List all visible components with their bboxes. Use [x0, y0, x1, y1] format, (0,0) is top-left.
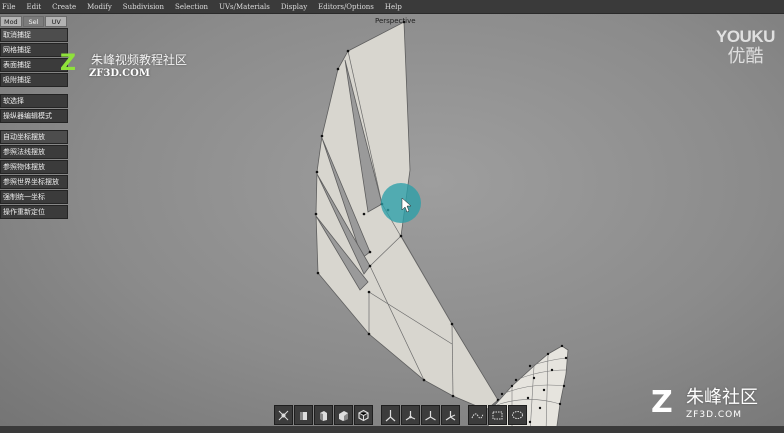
z-logo-icon: Z	[60, 51, 76, 76]
cube-perspective-icon[interactable]	[354, 405, 373, 425]
menu-item-editors-options[interactable]: Editors/Options	[318, 3, 374, 11]
panel-tabs: Mod Sel UV	[0, 16, 68, 27]
menu-item-display[interactable]: Display	[281, 3, 307, 11]
tab-sel[interactable]: Sel	[22, 16, 45, 27]
marquee-select-icon[interactable]	[488, 405, 507, 425]
menu-item-help[interactable]: Help	[385, 3, 402, 11]
menu-item-uvs-materials[interactable]: UVs/Materials	[219, 3, 270, 11]
pivot-tool-icon[interactable]	[274, 405, 293, 425]
grid-snap-button[interactable]: 网格捕捉	[0, 43, 68, 57]
menu-item-selection[interactable]: Selection	[175, 3, 208, 11]
cube-top-icon[interactable]	[334, 405, 353, 425]
normal-axis-button[interactable]: 参照法线摆放	[0, 145, 68, 159]
tab-mod[interactable]: Mod	[0, 16, 22, 27]
tool-panel: Mod Sel UV 取消捕捉 网格捕捉 表面捕捉 吸附捕捉 软选择 操纵器编辑…	[0, 16, 68, 220]
menu-item-create[interactable]: Create	[52, 3, 76, 11]
soft-select-button[interactable]: 软选择	[0, 94, 68, 108]
youku-cn: 优酷	[727, 46, 764, 67]
reorient-button[interactable]: 操作重新定位	[0, 205, 68, 219]
axis-all-icon[interactable]	[441, 405, 460, 425]
youku-en: YOUKU	[716, 27, 775, 46]
watermark-en: ZF3D.COM	[89, 68, 150, 79]
menu-bar: File Edit Create Modify Subdivision Selection…	[0, 0, 784, 14]
bottom-status-bar	[0, 426, 784, 433]
curve-select-icon[interactable]	[468, 405, 487, 425]
surface-snap-button[interactable]: 表面捕捉	[0, 58, 68, 72]
object-axis-button[interactable]: 参照物体摆放	[0, 160, 68, 174]
manipulator-edit-mode-button[interactable]: 操纵器编辑模式	[0, 109, 68, 123]
menu-item-subdivision[interactable]: Subdivision	[123, 3, 164, 11]
tab-uv[interactable]: UV	[45, 16, 68, 27]
world-axis-button[interactable]: 参照世界坐标摆放	[0, 175, 68, 189]
youku-watermark: YOUKU 优酷	[716, 27, 775, 68]
auto-axis-button[interactable]: 自动坐标摆放	[0, 130, 68, 144]
menu-item-modify[interactable]: Modify	[87, 3, 112, 11]
axis-y-icon[interactable]	[381, 405, 400, 425]
force-unify-axis-button[interactable]: 强制统一坐标	[0, 190, 68, 204]
axis-xyz-icon[interactable]	[421, 405, 440, 425]
cursor-highlight	[381, 183, 421, 223]
snap-off-button[interactable]: 取消捕捉	[0, 28, 68, 42]
bottom-shelf	[274, 405, 527, 425]
cube-front-icon[interactable]	[294, 405, 313, 425]
menu-item-file[interactable]: File	[2, 3, 15, 11]
axis-rotate-icon[interactable]	[401, 405, 420, 425]
menu-item-edit[interactable]: Edit	[26, 3, 41, 11]
z-logo-icon: Z	[651, 385, 673, 420]
cube-side-icon[interactable]	[314, 405, 333, 425]
watermark-br-en: ZF3D.COM	[686, 410, 742, 420]
watermark-cn: 朱峰视频教程社区	[91, 53, 188, 67]
lasso-select-icon[interactable]	[508, 405, 527, 425]
watermark-br-cn: 朱峰社区	[686, 387, 758, 408]
attach-snap-button[interactable]: 吸附捕捉	[0, 73, 68, 87]
